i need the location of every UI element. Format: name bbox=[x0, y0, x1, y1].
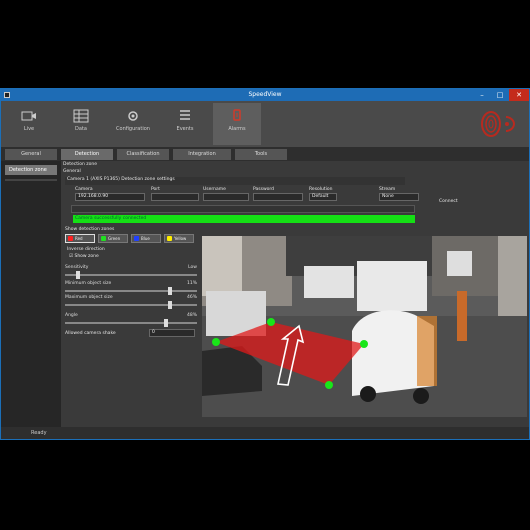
zone-blue-label: Blue bbox=[141, 236, 150, 241]
ribbon-events-button[interactable]: Events bbox=[161, 103, 209, 145]
alarm-icon bbox=[233, 109, 241, 121]
option-show-zone-label: Show zone bbox=[74, 254, 99, 259]
green-swatch-icon bbox=[101, 236, 106, 241]
maximize-button[interactable]: □ bbox=[491, 89, 509, 101]
detection-settings-panel: Detection zone General Camera 1 (AXIS P1… bbox=[63, 161, 527, 427]
password-field-label: Password bbox=[253, 187, 275, 192]
zone-blue-button[interactable]: Blue bbox=[131, 234, 161, 243]
port-input[interactable] bbox=[151, 193, 199, 201]
camera-shake-input[interactable]: 0 bbox=[149, 329, 195, 337]
username-input[interactable] bbox=[203, 193, 249, 201]
camera-settings-row: Camera 1 (AXIS P1365) Detection zone set… bbox=[65, 177, 405, 185]
angle-slider[interactable]: Angle 48% bbox=[65, 313, 197, 327]
min-object-size-slider[interactable]: Minimum object size 11% bbox=[65, 281, 197, 295]
tab-integration[interactable]: Integration bbox=[173, 149, 231, 160]
nav-divider bbox=[5, 179, 57, 181]
tab-general[interactable]: General bbox=[5, 149, 57, 160]
ribbon-alarms-label: Alarms bbox=[228, 126, 246, 132]
camera-address-input[interactable]: 192.168.0.90 bbox=[75, 193, 145, 201]
slider-track bbox=[65, 274, 197, 276]
red-swatch-icon bbox=[68, 236, 73, 241]
video-icon bbox=[21, 111, 36, 121]
ribbon-data-label: Data bbox=[75, 126, 87, 132]
zone-header: Show detection zones bbox=[65, 227, 115, 232]
angle-value: 48% bbox=[186, 313, 197, 318]
status-text: Ready bbox=[31, 430, 47, 436]
port-field-label: Port bbox=[151, 187, 160, 192]
minimize-button[interactable]: – bbox=[473, 89, 491, 101]
ribbon-alarms-button[interactable]: Alarms bbox=[213, 103, 261, 145]
zone-handle[interactable] bbox=[360, 340, 368, 348]
ribbon-toolbar: Live Data Configuration Events Alarms bbox=[1, 101, 529, 147]
zone-red-button[interactable]: Red bbox=[65, 234, 95, 243]
ribbon-live-label: Live bbox=[23, 126, 35, 132]
zone-handle[interactable] bbox=[267, 318, 275, 326]
left-navigation-panel: Detection zone bbox=[1, 161, 61, 429]
zone-yellow-button[interactable]: Yellow bbox=[164, 234, 194, 243]
ribbon-configuration-button[interactable]: Configuration bbox=[109, 103, 157, 145]
brand-logo-icon bbox=[481, 111, 516, 137]
list-icon bbox=[180, 110, 190, 120]
min-object-size-value: 11% bbox=[186, 281, 197, 286]
camera-field-label: Camera bbox=[75, 187, 93, 192]
subheader-label: General bbox=[63, 169, 81, 174]
section-label: Detection zone bbox=[63, 162, 98, 167]
blue-swatch-icon bbox=[134, 236, 139, 241]
slider-thumb[interactable] bbox=[167, 287, 172, 295]
resolution-select[interactable]: Default bbox=[309, 193, 337, 201]
tab-bar: General Detection Classification Integra… bbox=[1, 147, 529, 161]
option-inverse-direction[interactable]: Inverse direction bbox=[67, 247, 105, 252]
slider-thumb[interactable] bbox=[164, 319, 168, 327]
zone-handle[interactable] bbox=[325, 381, 333, 389]
camera-view[interactable] bbox=[202, 236, 527, 417]
camera-feed-image bbox=[202, 236, 527, 417]
sensitivity-slider[interactable]: Sensitivity Low bbox=[65, 265, 197, 279]
sensitivity-label: Sensitivity bbox=[65, 265, 89, 270]
stream-field-label: Stream bbox=[379, 187, 396, 192]
table-icon bbox=[73, 109, 89, 123]
status-bar: Ready bbox=[1, 427, 529, 439]
password-input[interactable] bbox=[253, 193, 303, 201]
nav-item-detection-zone[interactable]: Detection zone bbox=[5, 165, 57, 175]
option-show-zone[interactable]: ☑ Show zone bbox=[69, 254, 99, 259]
app-window: SpeedView – □ ✕ Live Data Configuration … bbox=[0, 88, 530, 440]
ribbon-configuration-label: Configuration bbox=[116, 126, 150, 132]
stream-select[interactable]: None bbox=[379, 193, 419, 201]
slider-thumb[interactable] bbox=[75, 271, 80, 279]
zone-handle[interactable] bbox=[212, 338, 220, 346]
connection-status-bar: Camera successfully connected bbox=[73, 215, 415, 223]
slider-track bbox=[65, 290, 197, 292]
connect-button[interactable]: Connect bbox=[439, 199, 458, 204]
slider-track bbox=[65, 322, 197, 324]
slider-track bbox=[65, 304, 197, 306]
zone-red-label: Red bbox=[75, 236, 83, 241]
username-field-label: Username bbox=[203, 187, 226, 192]
zone-green-label: Green bbox=[108, 236, 121, 241]
tab-detection[interactable]: Detection bbox=[61, 149, 113, 160]
angle-label: Angle bbox=[65, 313, 78, 318]
camera-settings-label: Camera 1 (AXIS P1365) Detection zone set… bbox=[67, 177, 175, 182]
ribbon-events-label: Events bbox=[176, 126, 194, 132]
tab-tools[interactable]: Tools bbox=[235, 149, 287, 160]
tab-classification[interactable]: Classification bbox=[117, 149, 169, 160]
connection-status-text: Camera successfully connected bbox=[75, 216, 147, 221]
zone-green-button[interactable]: Green bbox=[98, 234, 128, 243]
ribbon-data-button[interactable]: Data bbox=[57, 103, 105, 145]
settings-icon bbox=[128, 111, 138, 121]
max-object-size-slider[interactable]: Maximum object size 46% bbox=[65, 295, 197, 309]
yellow-swatch-icon bbox=[167, 236, 172, 241]
resolution-field-label: Resolution bbox=[309, 187, 333, 192]
slider-thumb[interactable] bbox=[167, 301, 172, 309]
camera-shake-label: Allowed camera shake bbox=[65, 331, 116, 336]
window-title: SpeedView bbox=[248, 91, 282, 98]
close-button[interactable]: ✕ bbox=[509, 89, 529, 101]
ribbon-live-button[interactable]: Live bbox=[5, 103, 53, 145]
sensitivity-value: Low bbox=[188, 265, 197, 270]
max-object-size-value: 46% bbox=[186, 295, 197, 300]
max-object-size-label: Maximum object size bbox=[65, 295, 113, 300]
zone-yellow-label: Yellow bbox=[174, 236, 187, 241]
progress-track bbox=[71, 205, 415, 213]
title-bar: SpeedView – □ ✕ bbox=[1, 89, 529, 101]
min-object-size-label: Minimum object size bbox=[65, 281, 112, 286]
